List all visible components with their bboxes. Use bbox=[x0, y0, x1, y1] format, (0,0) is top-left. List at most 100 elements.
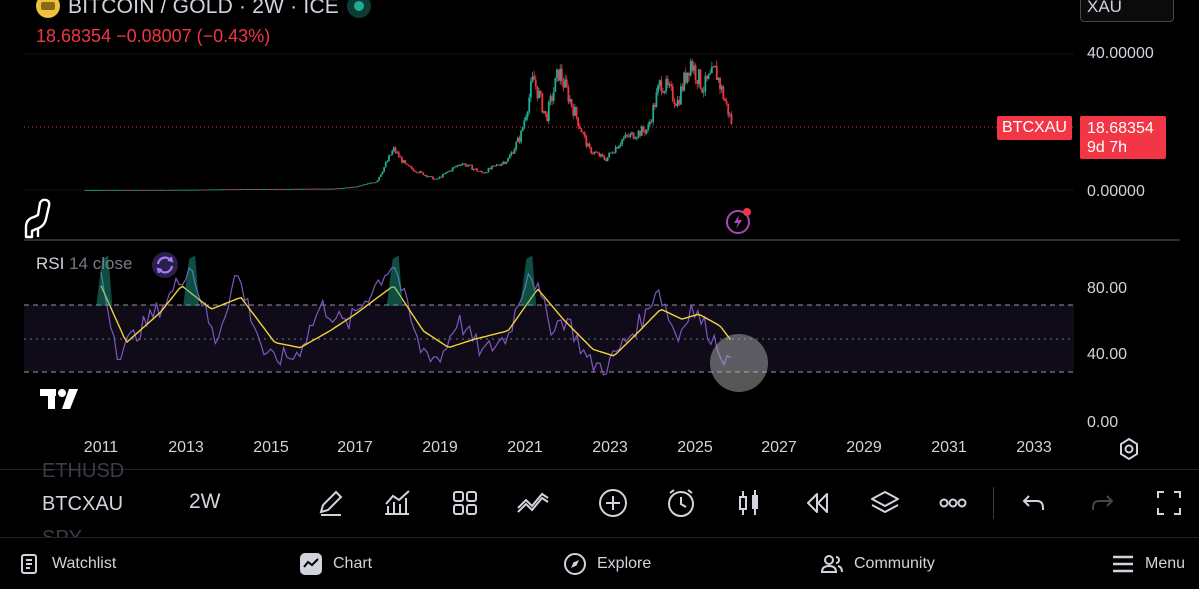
dino-icon[interactable] bbox=[22, 197, 56, 239]
candle-body bbox=[347, 187, 350, 189]
candle-body bbox=[112, 189, 115, 191]
candle-body bbox=[587, 143, 589, 147]
candle-body bbox=[662, 91, 664, 93]
rsi-axis-label: 40.00 bbox=[1087, 346, 1128, 363]
candle-body bbox=[631, 132, 633, 134]
nav-community[interactable]: Community bbox=[820, 538, 935, 589]
watchlist-icon bbox=[21, 553, 37, 574]
symbol-picker-prev[interactable]: ETHUSD bbox=[42, 460, 124, 483]
chart-type-button[interactable] bbox=[730, 484, 768, 522]
candle-body bbox=[198, 189, 201, 191]
candle-body bbox=[353, 186, 356, 188]
rsi-legend[interactable]: RSI 14 close bbox=[36, 254, 132, 274]
replay-button[interactable] bbox=[798, 484, 836, 522]
redo-button[interactable] bbox=[1083, 484, 1121, 522]
add-button[interactable] bbox=[594, 484, 632, 522]
drawing-tools-button[interactable] bbox=[311, 484, 349, 522]
nav-chart-label: Chart bbox=[333, 554, 373, 572]
layers-button[interactable] bbox=[866, 484, 904, 522]
candle-body bbox=[406, 163, 408, 165]
layouts-button[interactable] bbox=[446, 484, 484, 522]
candle-body bbox=[627, 135, 630, 137]
rsi-overbought-fill bbox=[520, 255, 537, 306]
candle-body bbox=[285, 189, 288, 190]
candle-body bbox=[319, 188, 322, 190]
candle-body bbox=[391, 150, 394, 155]
candle-body bbox=[381, 171, 384, 175]
compare-button[interactable] bbox=[514, 484, 552, 522]
interval-selector[interactable]: 2W bbox=[189, 490, 221, 514]
candle-body bbox=[495, 164, 498, 166]
symbol-title[interactable]: BITCOIN / GOLD · 2W · ICE bbox=[68, 0, 339, 19]
candle-body bbox=[423, 174, 426, 176]
nav-watchlist[interactable]: Watchlist bbox=[18, 538, 116, 589]
candle-body bbox=[432, 176, 434, 180]
candle-body bbox=[730, 114, 733, 124]
candle-body bbox=[239, 189, 242, 191]
candle-body bbox=[171, 189, 174, 191]
candle-body bbox=[143, 189, 146, 191]
candle-body bbox=[151, 189, 154, 191]
flash-icon[interactable] bbox=[724, 207, 752, 235]
nav-chart[interactable]: Chart bbox=[299, 538, 372, 589]
candle-body bbox=[453, 166, 456, 168]
candle-body bbox=[712, 66, 715, 68]
candle-body bbox=[614, 147, 617, 153]
candle-body bbox=[216, 189, 219, 191]
candle-body bbox=[549, 96, 552, 102]
alert-button[interactable] bbox=[662, 484, 700, 522]
candle-body bbox=[132, 189, 134, 191]
candle-body bbox=[536, 85, 539, 98]
chart-canvas[interactable] bbox=[0, 0, 1199, 470]
nav-explore-label: Explore bbox=[597, 554, 652, 572]
candle-body bbox=[671, 86, 674, 101]
symbol-picker-current[interactable]: BTCXAU bbox=[42, 493, 123, 516]
currency-selector[interactable]: XAU bbox=[1080, 0, 1174, 22]
candle-body bbox=[241, 189, 244, 191]
nav-community-label: Community bbox=[854, 554, 935, 572]
time-axis-label: 2015 bbox=[253, 439, 289, 456]
undo-button[interactable] bbox=[1015, 484, 1053, 522]
candle-body bbox=[562, 81, 565, 88]
candle-body bbox=[153, 189, 156, 191]
candle-body bbox=[89, 189, 92, 191]
candle-body bbox=[670, 84, 673, 87]
candle-body bbox=[702, 91, 705, 93]
candle-body bbox=[590, 147, 593, 154]
candle-body bbox=[104, 189, 107, 191]
settings-icon[interactable] bbox=[1116, 436, 1142, 462]
candle-body bbox=[621, 139, 624, 145]
sync-icon[interactable] bbox=[152, 252, 178, 278]
candle-body bbox=[322, 188, 325, 190]
candle-body bbox=[187, 189, 190, 191]
symbol-picker-next[interactable]: SPY bbox=[42, 527, 82, 537]
indicators-button[interactable] bbox=[378, 484, 416, 522]
price-change: 18.68354 −0.08007 (−0.43%) bbox=[36, 26, 271, 46]
candle-body bbox=[256, 189, 258, 190]
candle-body bbox=[215, 189, 218, 191]
candle-body bbox=[194, 189, 196, 191]
candle-body bbox=[350, 187, 353, 188]
candle-body bbox=[728, 114, 731, 116]
candle-body bbox=[618, 145, 620, 149]
time-axis-label: 2025 bbox=[677, 439, 713, 456]
candle-body bbox=[231, 189, 234, 191]
candle-body bbox=[688, 72, 690, 76]
more-button[interactable] bbox=[934, 484, 972, 522]
candle-body bbox=[313, 188, 315, 190]
candle-body bbox=[401, 157, 403, 163]
candle-body bbox=[370, 182, 372, 184]
candle-body bbox=[456, 165, 459, 167]
nav-explore[interactable]: Explore bbox=[563, 538, 651, 589]
candle-body bbox=[327, 188, 330, 190]
candle-body bbox=[422, 172, 425, 176]
nav-menu[interactable]: Menu bbox=[1111, 538, 1185, 589]
candle-body bbox=[329, 188, 332, 190]
candle-body bbox=[259, 189, 262, 190]
candle-body bbox=[717, 77, 720, 80]
candle-body bbox=[195, 189, 198, 191]
candle-body bbox=[317, 188, 320, 190]
candle-body bbox=[693, 65, 695, 71]
fullscreen-button[interactable] bbox=[1150, 484, 1188, 522]
candle-body bbox=[252, 189, 255, 190]
